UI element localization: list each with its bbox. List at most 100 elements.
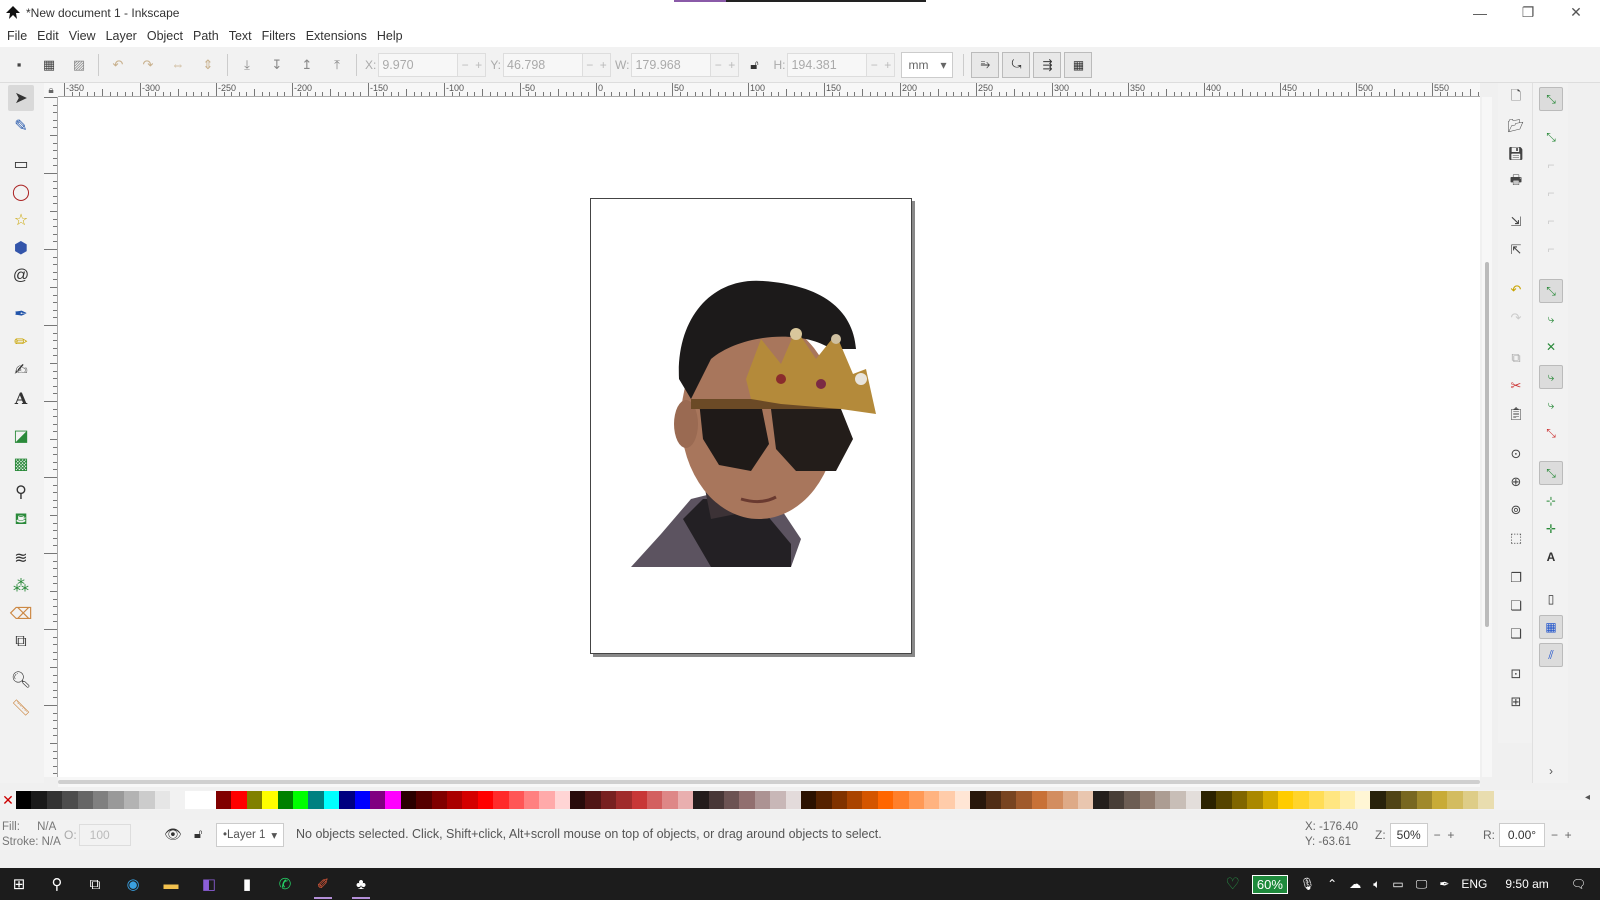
battery-level[interactable]: 60% <box>1251 874 1288 894</box>
unlink-clone-icon[interactable]: ❑ <box>1505 623 1527 645</box>
palette-swatch[interactable] <box>1370 791 1386 809</box>
y-input[interactable]: 46.798 <box>503 52 584 77</box>
snap-center-icon[interactable]: ⊹ <box>1539 489 1563 513</box>
zoom-selection-icon[interactable]: ⊙ <box>1505 443 1527 465</box>
palette-swatch[interactable] <box>585 791 601 809</box>
palette-swatch[interactable] <box>1416 791 1432 809</box>
palette-swatch[interactable] <box>847 791 863 809</box>
layer-visibility-icon[interactable]: 👁︎ <box>164 826 182 843</box>
new-document-icon[interactable]: 🗋︎ <box>1505 87 1527 109</box>
palette-swatch[interactable] <box>647 791 663 809</box>
volume-icon[interactable]: 🔈︎ <box>1373 877 1380 892</box>
palette-swatch[interactable] <box>954 791 971 809</box>
windows-start-icon[interactable]: ⊞ <box>0 868 38 900</box>
palette-swatch[interactable] <box>862 791 878 809</box>
palette-swatch[interactable] <box>139 791 155 809</box>
lock-proportions-icon[interactable]: 🔓︎ <box>743 54 765 76</box>
paint-bucket-tool-icon[interactable]: ⛾ <box>8 507 34 533</box>
unit-dropdown[interactable]: mm ▾ <box>901 51 954 78</box>
menu-text[interactable]: Text <box>224 29 257 43</box>
menu-help[interactable]: Help <box>372 29 408 43</box>
star-tool-icon[interactable]: ☆ <box>8 207 34 233</box>
fill-stroke-indicator[interactable]: Fill: N/A Stroke: N/A <box>2 820 61 850</box>
tweak-tool-icon[interactable]: ≋ <box>8 545 34 571</box>
palette-swatch[interactable] <box>46 791 63 809</box>
palette-swatch[interactable] <box>1201 791 1217 809</box>
select-all-icon[interactable]: ▪ <box>8 54 30 76</box>
palette-swatch[interactable] <box>354 791 370 809</box>
palette-swatch[interactable] <box>339 791 355 809</box>
palette-swatch[interactable] <box>493 791 509 809</box>
palette-swatch[interactable] <box>800 791 817 809</box>
rotation-stepper[interactable]: − + <box>1551 828 1572 842</box>
palette-swatch[interactable] <box>1185 791 1202 809</box>
menu-filters[interactable]: Filters <box>257 29 301 43</box>
notes-app-icon[interactable]: ▮ <box>228 868 266 900</box>
palette-swatch[interactable] <box>369 791 386 809</box>
zoom-page-width-icon[interactable]: ⬚ <box>1505 527 1527 549</box>
palette-swatch[interactable] <box>677 791 694 809</box>
palette-swatch[interactable] <box>1278 791 1294 809</box>
battery-icon[interactable]: ▭ <box>1392 877 1403 891</box>
palette-swatch[interactable] <box>1462 791 1479 809</box>
snap-intersection-icon[interactable]: ✕ <box>1539 335 1563 359</box>
portrait-image[interactable] <box>591 199 913 655</box>
palette-swatch[interactable] <box>1031 791 1048 809</box>
spray-tool-icon[interactable]: ⁂ <box>8 573 34 599</box>
input-language[interactable]: ENG <box>1461 877 1487 891</box>
palette-swatch[interactable] <box>1093 791 1109 809</box>
palette-swatch[interactable] <box>785 791 801 809</box>
palette-swatch[interactable] <box>400 791 417 809</box>
save-icon[interactable]: 💾︎ <box>1505 143 1527 165</box>
palette-swatch[interactable] <box>216 791 232 809</box>
restore-button[interactable]: ❐ <box>1504 0 1552 25</box>
x-input[interactable]: 9.970 <box>378 52 459 77</box>
palette-swatch[interactable] <box>693 791 709 809</box>
snap-others-icon[interactable]: ⤡ <box>1539 461 1563 485</box>
snap-bbox-midpoint-icon[interactable]: ⌐ <box>1539 209 1563 233</box>
palette-swatch[interactable] <box>1354 791 1371 809</box>
palette-swatch[interactable] <box>570 791 586 809</box>
palette-swatch[interactable] <box>169 791 186 809</box>
file-explorer-icon[interactable]: ▬ <box>152 868 190 900</box>
palette-swatch[interactable] <box>1170 791 1186 809</box>
paste-icon[interactable]: 📋︎ <box>1505 403 1527 425</box>
palette-swatch[interactable] <box>200 791 217 809</box>
menu-layer[interactable]: Layer <box>101 29 142 43</box>
duplicate-icon[interactable]: ❐ <box>1505 567 1527 589</box>
palette-swatch[interactable] <box>1401 791 1417 809</box>
palette-swatch[interactable] <box>985 791 1001 809</box>
palette-swatch[interactable] <box>662 791 678 809</box>
w-stepper[interactable]: − + <box>711 52 740 77</box>
lower-icon[interactable]: ↧ <box>266 54 288 76</box>
ellipse-tool-icon[interactable]: ◯ <box>8 179 34 205</box>
palette-swatch[interactable] <box>1478 791 1494 809</box>
palette-swatch[interactable] <box>293 791 309 809</box>
palette-swatch[interactable] <box>816 791 832 809</box>
layer-lock-icon[interactable]: 🔓︎ <box>194 826 202 842</box>
connector-tool-icon[interactable]: ⧉ <box>8 629 34 655</box>
export-icon[interactable]: ⇱ <box>1505 239 1527 261</box>
snap-bbox-corner-icon[interactable]: ⌐ <box>1539 181 1563 205</box>
show-hidden-icons-icon[interactable]: ⌃ <box>1327 877 1337 891</box>
undo-icon[interactable]: ↶ <box>1505 279 1527 301</box>
palette-swatch[interactable] <box>970 791 986 809</box>
selector-tool-icon[interactable]: ➤ <box>8 85 34 111</box>
menu-extensions[interactable]: Extensions <box>301 29 372 43</box>
cut-icon[interactable]: ✂ <box>1505 375 1527 397</box>
snap-grids-icon[interactable]: ▦ <box>1539 615 1563 639</box>
palette-swatch[interactable] <box>1108 791 1125 809</box>
scale-stroke-toggle-icon[interactable]: ⥱ <box>971 51 1000 78</box>
snap-bbox-center-icon[interactable]: ⌐ <box>1539 237 1563 261</box>
palette-swatch[interactable] <box>385 791 401 809</box>
palette-swatch[interactable] <box>631 791 648 809</box>
palette-swatch[interactable] <box>1047 791 1063 809</box>
ungroup-icon[interactable]: ⊞ <box>1505 691 1527 713</box>
notifications-icon[interactable]: 🗨︎ <box>1571 877 1586 891</box>
palette-swatch[interactable] <box>431 791 447 809</box>
palette-swatch[interactable] <box>1062 791 1078 809</box>
bezier-tool-icon[interactable]: ✒ <box>8 301 34 327</box>
palette-swatch[interactable] <box>554 791 571 809</box>
rotate-ccw-icon[interactable]: ↶ <box>107 54 129 76</box>
no-paint-swatch-icon[interactable]: ✕ <box>0 791 16 809</box>
